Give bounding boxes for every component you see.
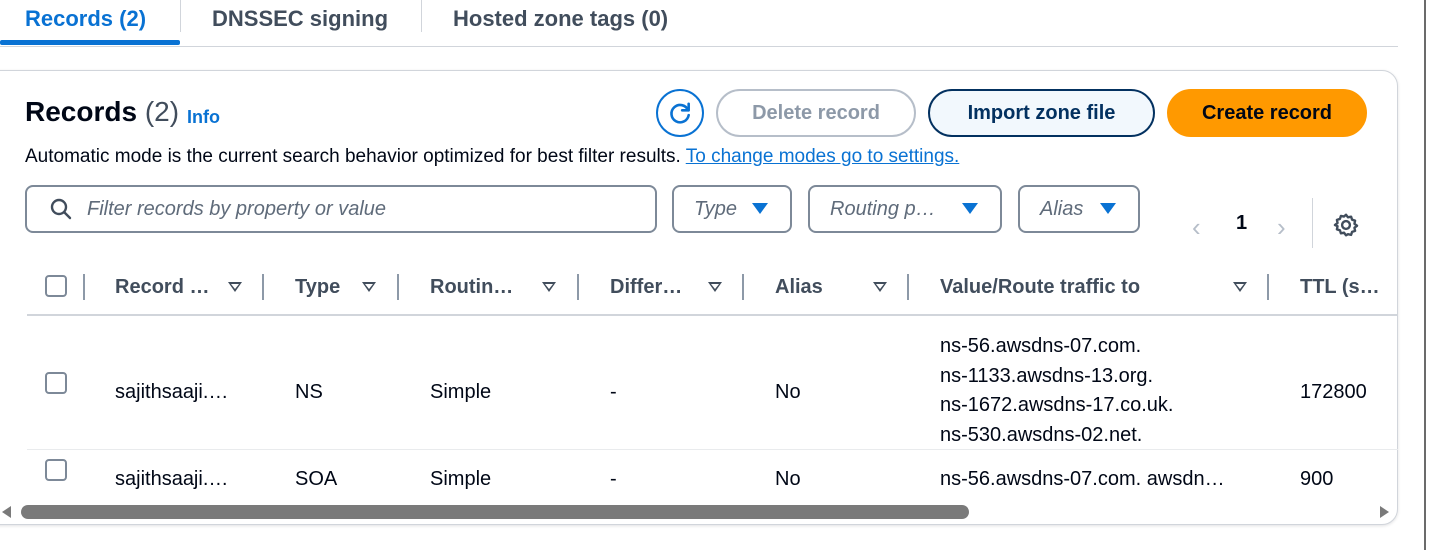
gear-icon[interactable]: [1333, 212, 1359, 238]
column-label: TTL (s…: [1300, 275, 1380, 298]
routing-policy: Simple: [430, 468, 492, 490]
column-header-differentiator[interactable]: Differ…: [610, 258, 682, 316]
differentiator: -: [610, 381, 617, 403]
alias-value: No: [775, 381, 801, 403]
record-type: NS: [295, 381, 323, 403]
record-name: sajithsaaji.…: [115, 468, 229, 490]
route-value: ns-56.awsdns-07.com.: [940, 335, 1142, 357]
row-checkbox[interactable]: [45, 459, 67, 481]
info-link[interactable]: Info: [187, 107, 220, 128]
records-count: (2): [144, 96, 180, 127]
sort-icon[interactable]: [708, 282, 722, 292]
column-label: Type: [295, 275, 341, 298]
tab-bar: Records (2) DNSSEC signing Hosted zone t…: [0, 0, 1398, 47]
chevron-left-icon[interactable]: ‹: [1192, 212, 1201, 243]
ttl-value: 900: [1300, 468, 1334, 490]
column-header-alias[interactable]: Alias: [775, 258, 823, 316]
column-label: Record …: [115, 275, 210, 298]
record-name: sajithsaaji.…: [115, 381, 229, 403]
column-header-routing-policy[interactable]: Routin…: [430, 258, 513, 316]
scroll-left-arrow-icon[interactable]: [2, 506, 11, 518]
column-divider[interactable]: [397, 274, 399, 300]
column-divider: [83, 274, 85, 300]
scroll-right-arrow-icon[interactable]: [1380, 506, 1389, 518]
route-value: ns-1133.awsdns-13.org.: [940, 364, 1154, 387]
import-zone-file-button[interactable]: Import zone file: [928, 89, 1155, 137]
filter-records-input[interactable]: Filter records by property or value: [25, 185, 657, 233]
table-row[interactable]: sajithsaaji.… NS Simple - No ns-56.awsdn…: [27, 318, 1398, 450]
column-divider[interactable]: [262, 274, 264, 300]
current-page-number[interactable]: 1: [1236, 212, 1247, 235]
records-heading: Records: [25, 96, 138, 127]
row-checkbox[interactable]: [45, 372, 67, 394]
column-divider[interactable]: [907, 274, 909, 300]
caret-down-icon: [962, 203, 978, 214]
routing-policy: Simple: [430, 381, 492, 403]
route-values: ns-56.awsdns-07.com. ns-1133.awsdns-13.o…: [940, 332, 1173, 450]
tab-divider: [421, 0, 422, 32]
refresh-button[interactable]: [656, 89, 704, 137]
column-header-record-name[interactable]: Record …: [115, 258, 209, 316]
refresh-icon: [670, 102, 690, 124]
sort-icon[interactable]: [542, 282, 556, 292]
scrollbar-thumb[interactable]: [21, 505, 969, 519]
tab-dnssec-signing[interactable]: DNSSEC signing: [212, 0, 388, 46]
sort-icon[interactable]: [873, 282, 887, 292]
chevron-right-icon[interactable]: ›: [1277, 212, 1286, 243]
route-value: ns-530.awsdns-02.net.: [940, 423, 1143, 446]
sort-icon[interactable]: [362, 282, 376, 292]
alias-filter-dropdown[interactable]: Alias: [1018, 185, 1140, 233]
select-all-checkbox[interactable]: [45, 275, 67, 297]
column-label: Value/Route traffic to: [940, 275, 1141, 298]
search-icon: [50, 198, 72, 220]
type-filter-label: Type: [694, 197, 737, 220]
route-value: ns-56.awsdns-07.com. awsdn…: [940, 468, 1225, 490]
alias-filter-label: Alias: [1040, 197, 1084, 220]
ttl-value: 172800: [1300, 381, 1367, 403]
active-tab-indicator: [0, 40, 180, 45]
column-divider[interactable]: [577, 274, 579, 300]
create-record-button[interactable]: Create record: [1167, 89, 1367, 137]
pagination-divider: [1312, 198, 1313, 248]
type-filter-dropdown[interactable]: Type: [672, 185, 792, 233]
caret-down-icon: [1100, 203, 1116, 214]
routing-filter-label: Routing p…: [830, 197, 936, 220]
column-label: Differ…: [610, 275, 683, 298]
routing-policy-filter-dropdown[interactable]: Routing p…: [808, 185, 1002, 233]
differentiator: -: [610, 468, 617, 490]
column-header-ttl[interactable]: TTL (s…: [1300, 258, 1380, 316]
column-label: Routin…: [430, 275, 514, 298]
column-label: Alias: [775, 275, 823, 298]
column-header-value[interactable]: Value/Route traffic to: [940, 258, 1140, 316]
page-scrollbar-track: [1424, 0, 1426, 550]
sort-icon[interactable]: [228, 282, 242, 292]
settings-link[interactable]: To change modes go to settings.: [686, 146, 960, 167]
description-text: Automatic mode is the current search beh…: [25, 146, 681, 167]
route-value: ns-1672.awsdns-17.co.uk.: [940, 394, 1174, 416]
tab-hosted-zone-tags[interactable]: Hosted zone tags (0): [453, 0, 668, 46]
alias-value: No: [775, 468, 801, 490]
filter-placeholder: Filter records by property or value: [87, 197, 387, 220]
table-header: Record … Type Routin… Differ… Alias Valu…: [27, 258, 1398, 316]
page-title: Records (2): [25, 96, 179, 128]
search-mode-description: Automatic mode is the current search beh…: [25, 146, 959, 168]
column-divider[interactable]: [1267, 274, 1269, 300]
table-row[interactable]: sajithsaaji.… SOA Simple - No ns-56.awsd…: [27, 451, 1398, 501]
delete-record-button[interactable]: Delete record: [716, 89, 916, 137]
column-divider[interactable]: [742, 274, 744, 300]
sort-icon[interactable]: [1233, 282, 1247, 292]
caret-down-icon: [752, 203, 768, 214]
horizontal-scrollbar[interactable]: [0, 502, 1398, 522]
tab-divider: [180, 0, 181, 32]
column-header-type[interactable]: Type: [295, 258, 340, 316]
record-type: SOA: [295, 468, 338, 490]
